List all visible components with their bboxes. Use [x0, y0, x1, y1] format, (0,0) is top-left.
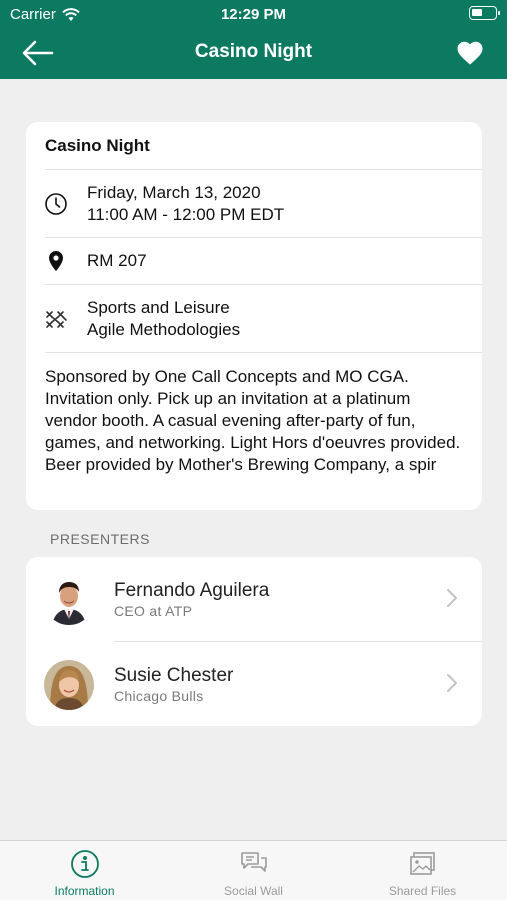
info-icon: [71, 850, 99, 878]
status-time: 12:29 PM: [220, 6, 287, 23]
tab-social-wall[interactable]: Social Wall: [169, 841, 338, 900]
event-title: Casino Night: [45, 136, 150, 155]
presenter-title: CEO at ATP: [114, 603, 193, 619]
event-location: RM 207: [87, 251, 147, 270]
divider: [45, 352, 482, 353]
presenters-card: Fernando Aguilera CEO at ATP Susie Chest…: [26, 557, 482, 726]
presenter-row[interactable]: Susie Chester Chicago Bulls: [26, 642, 482, 726]
presenter-name: Fernando Aguilera: [114, 580, 270, 601]
heart-icon: [457, 41, 483, 65]
tracks-icon: [46, 311, 67, 328]
favorite-button[interactable]: [455, 38, 485, 68]
divider: [45, 237, 482, 238]
image-files-icon: [410, 852, 435, 875]
event-track: Sports and Leisure: [87, 298, 230, 317]
presenters-section-label: PRESENTERS: [50, 531, 150, 547]
avatar: [44, 575, 94, 625]
tab-bar: Information Social Wall Shared Files: [0, 840, 507, 900]
app-header: Carrier 12:29 PM Casino Night: [0, 0, 507, 79]
divider: [45, 169, 482, 170]
tab-label: Shared Files: [388, 884, 457, 898]
tab-shared-files[interactable]: Shared Files: [338, 841, 507, 900]
presenter-title: Chicago Bulls: [114, 688, 204, 704]
nav-bar: Casino Night: [0, 28, 507, 79]
presenter-row[interactable]: Fernando Aguilera CEO at ATP: [26, 557, 482, 641]
event-date: Friday, March 13, 2020: [87, 183, 261, 202]
battery-icon: [469, 6, 500, 20]
presenter-name: Susie Chester: [114, 665, 234, 686]
chat-bubbles-icon: [241, 852, 267, 872]
chevron-right-icon: [447, 589, 457, 607]
tab-label: Information: [54, 884, 115, 898]
status-bar: Carrier 12:29 PM: [0, 0, 507, 28]
avatar: [44, 660, 94, 710]
chevron-right-icon: [447, 674, 457, 692]
page-title: Casino Night: [194, 41, 313, 62]
location-pin-icon: [49, 251, 63, 271]
event-time: 11:00 AM - 12:00 PM EDT: [87, 205, 285, 224]
event-details-card: Casino Night Friday, March 13, 2020 11:0…: [26, 122, 482, 510]
tab-information[interactable]: Information: [0, 841, 169, 900]
event-description: Sponsored by One Call Concepts and MO CG…: [45, 367, 461, 474]
divider: [45, 284, 482, 285]
event-track: Agile Methodologies: [87, 320, 241, 339]
tab-label: Social Wall: [224, 884, 283, 898]
clock-icon: [45, 193, 67, 215]
